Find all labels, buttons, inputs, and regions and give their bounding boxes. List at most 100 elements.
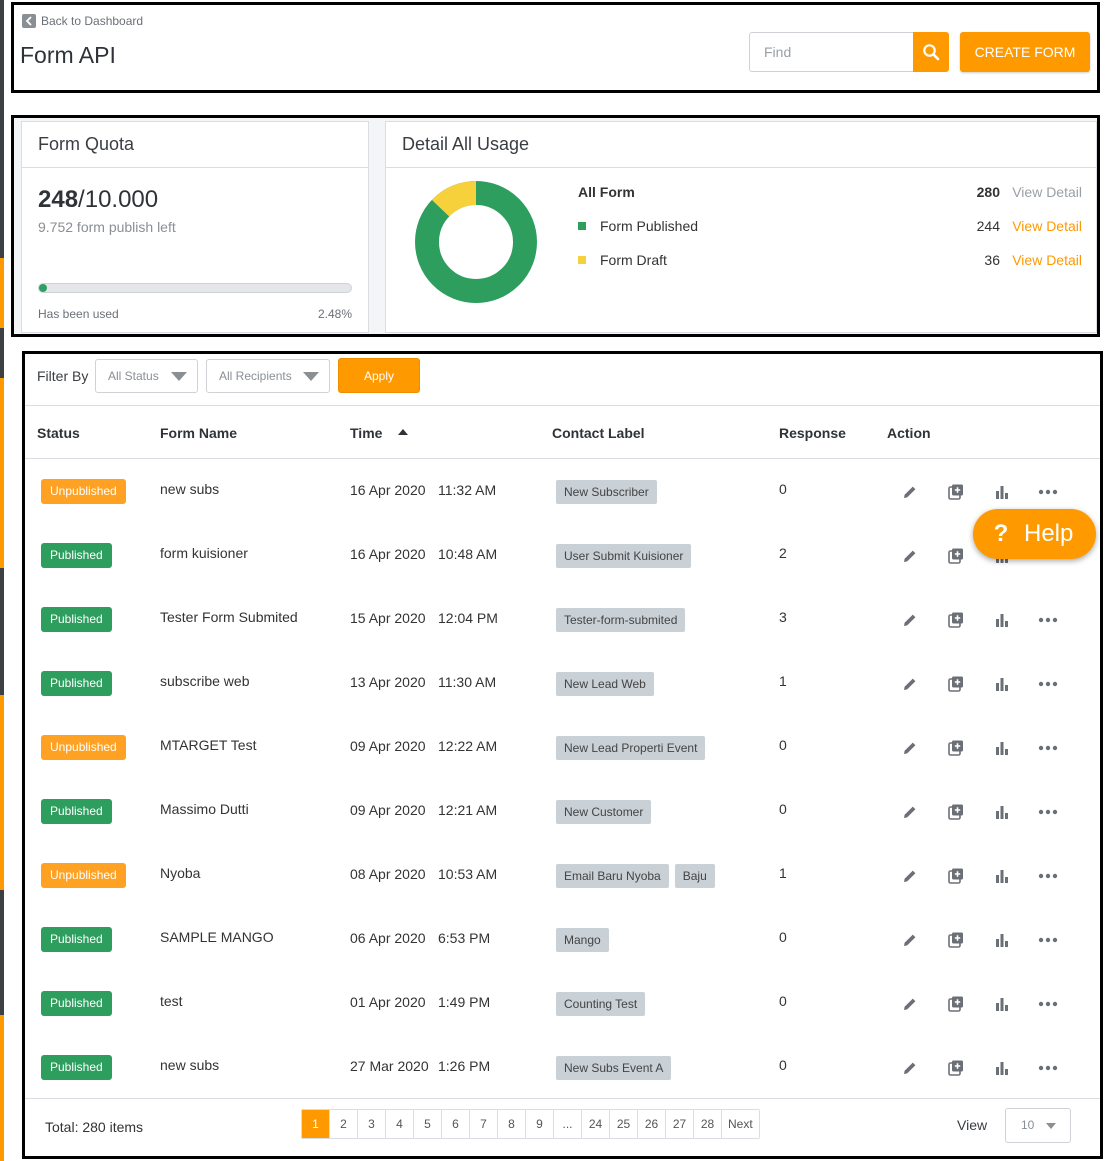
page-button[interactable]: 5 bbox=[414, 1110, 442, 1138]
duplicate-button[interactable] bbox=[946, 866, 966, 886]
page-button[interactable]: 25 bbox=[610, 1110, 638, 1138]
duplicate-button[interactable] bbox=[946, 994, 966, 1014]
usage-row-draft: Form Draft 36 View Detail bbox=[578, 252, 1082, 272]
more-button[interactable] bbox=[1038, 738, 1058, 758]
page-button[interactable]: 24 bbox=[582, 1110, 610, 1138]
search-input[interactable] bbox=[749, 32, 913, 72]
form-name[interactable]: new subs bbox=[160, 1057, 219, 1073]
more-icon bbox=[1038, 617, 1058, 623]
col-header-status[interactable]: Status bbox=[37, 425, 80, 441]
page-button[interactable]: 28 bbox=[694, 1110, 722, 1138]
back-to-dashboard-link[interactable]: Back to Dashboard bbox=[22, 14, 143, 28]
col-header-response[interactable]: Response bbox=[779, 425, 846, 441]
col-header-contact-label[interactable]: Contact Label bbox=[552, 425, 645, 441]
form-name[interactable]: test bbox=[160, 993, 183, 1009]
stats-button[interactable] bbox=[992, 994, 1012, 1014]
form-name[interactable]: SAMPLE MANGO bbox=[160, 929, 274, 945]
table-row: Unpublished new subs 16 Apr 2020 11:32 AM Ne… bbox=[25, 460, 1100, 524]
page-button[interactable]: 1 bbox=[302, 1110, 330, 1138]
response-count: 2 bbox=[779, 545, 787, 561]
page-button[interactable]: 27 bbox=[666, 1110, 694, 1138]
more-button[interactable] bbox=[1038, 674, 1058, 694]
col-header-time[interactable]: Time bbox=[350, 425, 382, 441]
form-name[interactable]: Massimo Dutti bbox=[160, 801, 249, 817]
page-button[interactable]: 7 bbox=[470, 1110, 498, 1138]
page-button[interactable]: 6 bbox=[442, 1110, 470, 1138]
more-button[interactable] bbox=[1038, 994, 1058, 1014]
duplicate-button[interactable] bbox=[946, 738, 966, 758]
forms-table-section: Filter By All Status All Recipients Appl… bbox=[22, 351, 1103, 1159]
form-date: 01 Apr 2020 bbox=[350, 994, 426, 1010]
more-button[interactable] bbox=[1038, 866, 1058, 886]
edit-icon bbox=[902, 484, 918, 500]
more-icon bbox=[1038, 745, 1058, 751]
page-button[interactable]: 9 bbox=[526, 1110, 554, 1138]
stats-button[interactable] bbox=[992, 610, 1012, 630]
duplicate-button[interactable] bbox=[946, 1058, 966, 1078]
form-time: 11:30 AM bbox=[438, 674, 497, 690]
sidebar-accent bbox=[0, 1015, 4, 1161]
help-button[interactable]: ? Help bbox=[973, 509, 1096, 559]
view-detail-link[interactable]: View Detail bbox=[1012, 184, 1082, 200]
form-name[interactable]: form kuisioner bbox=[160, 545, 248, 561]
duplicate-button[interactable] bbox=[946, 802, 966, 822]
col-header-form-name[interactable]: Form Name bbox=[160, 425, 237, 441]
duplicate-icon bbox=[947, 611, 965, 629]
edit-button[interactable] bbox=[900, 1058, 920, 1078]
stats-button[interactable] bbox=[992, 738, 1012, 758]
create-form-button[interactable]: CREATE FORM bbox=[960, 32, 1090, 72]
usage-label: Form Published bbox=[600, 218, 699, 234]
status-filter-dropdown[interactable]: All Status bbox=[95, 359, 198, 393]
next-page-button[interactable]: Next bbox=[722, 1110, 759, 1138]
more-button[interactable] bbox=[1038, 610, 1058, 630]
quota-count: 248/10.000 bbox=[38, 186, 158, 214]
view-detail-link[interactable]: View Detail bbox=[1012, 218, 1082, 234]
page-button[interactable]: 8 bbox=[498, 1110, 526, 1138]
more-button[interactable] bbox=[1038, 802, 1058, 822]
form-name[interactable]: subscribe web bbox=[160, 673, 250, 689]
page-button[interactable]: 2 bbox=[330, 1110, 358, 1138]
duplicate-icon bbox=[947, 739, 965, 757]
page-button[interactable]: 3 bbox=[358, 1110, 386, 1138]
edit-button[interactable] bbox=[900, 482, 920, 502]
view-detail-link[interactable]: View Detail bbox=[1012, 252, 1082, 268]
stats-button[interactable] bbox=[992, 674, 1012, 694]
page-size-select[interactable]: 10 bbox=[1005, 1108, 1071, 1143]
duplicate-button[interactable] bbox=[946, 674, 966, 694]
more-button[interactable] bbox=[1038, 930, 1058, 950]
more-button[interactable] bbox=[1038, 482, 1058, 502]
stats-button[interactable] bbox=[992, 1058, 1012, 1078]
stats-button[interactable] bbox=[992, 930, 1012, 950]
page-button[interactable]: 26 bbox=[638, 1110, 666, 1138]
recipients-filter-dropdown[interactable]: All Recipients bbox=[206, 359, 330, 393]
edit-button[interactable] bbox=[900, 674, 920, 694]
form-name[interactable]: Nyoba bbox=[160, 865, 200, 881]
stats-button[interactable] bbox=[992, 482, 1012, 502]
form-name[interactable]: Tester Form Submited bbox=[160, 609, 298, 625]
edit-button[interactable] bbox=[900, 994, 920, 1014]
duplicate-button[interactable] bbox=[946, 546, 966, 566]
stats-icon bbox=[994, 484, 1010, 500]
page-button[interactable]: 4 bbox=[386, 1110, 414, 1138]
duplicate-icon bbox=[947, 675, 965, 693]
search-button[interactable] bbox=[913, 32, 949, 72]
edit-button[interactable] bbox=[900, 866, 920, 886]
duplicate-button[interactable] bbox=[946, 610, 966, 630]
edit-button[interactable] bbox=[900, 546, 920, 566]
more-icon bbox=[1038, 489, 1058, 495]
sort-asc-icon[interactable] bbox=[398, 429, 408, 435]
edit-button[interactable] bbox=[900, 802, 920, 822]
apply-filter-button[interactable]: Apply bbox=[338, 358, 420, 393]
edit-button[interactable] bbox=[900, 610, 920, 630]
duplicate-button[interactable] bbox=[946, 482, 966, 502]
status-filter-value: All Status bbox=[108, 369, 159, 383]
edit-button[interactable] bbox=[900, 738, 920, 758]
form-name[interactable]: MTARGET Test bbox=[160, 737, 256, 753]
edit-button[interactable] bbox=[900, 930, 920, 950]
more-button[interactable] bbox=[1038, 1058, 1058, 1078]
duplicate-button[interactable] bbox=[946, 930, 966, 950]
stats-button[interactable] bbox=[992, 802, 1012, 822]
stats-button[interactable] bbox=[992, 866, 1012, 886]
contact-label-tag: New Subscriber bbox=[556, 480, 657, 504]
form-name[interactable]: new subs bbox=[160, 481, 219, 497]
